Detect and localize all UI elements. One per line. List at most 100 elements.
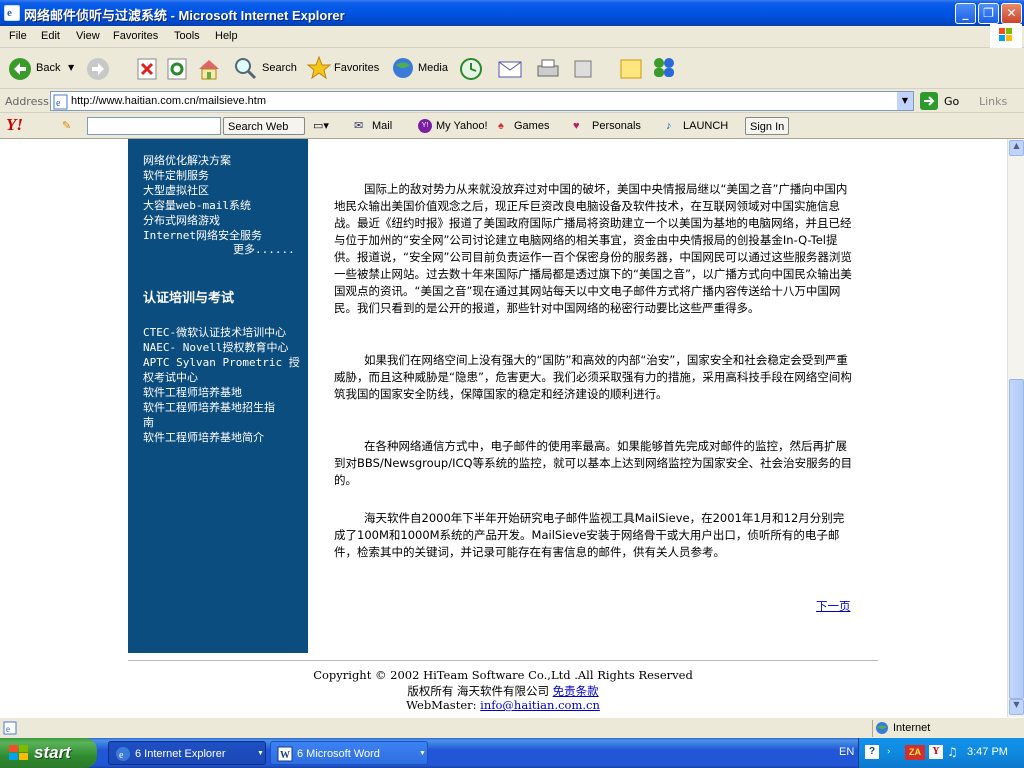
discuss-button[interactable] — [618, 57, 644, 83]
help-tray-icon[interactable]: ? — [865, 745, 879, 759]
favorites-label[interactable]: Favorites — [334, 62, 379, 74]
games-button[interactable]: Games — [514, 117, 549, 135]
menu-tools[interactable]: Tools — [174, 30, 200, 42]
games-icon: ♠ — [498, 120, 504, 132]
disclaimer-link[interactable]: 免责条款 — [553, 684, 599, 698]
media-globe-icon — [393, 58, 413, 78]
sidebar-link-network-optimization[interactable]: 网络优化解决方案 — [143, 152, 231, 168]
refresh-icon — [167, 58, 187, 80]
svg-text:e: e — [56, 98, 61, 109]
sign-in-button[interactable]: Sign In — [745, 117, 789, 135]
menu-file[interactable]: File — [9, 30, 27, 42]
sidebar-link-base-intro[interactable]: 软件工程师培养基地简介 — [143, 429, 264, 445]
volume-tray-icon[interactable]: ♫ — [947, 745, 958, 759]
ie-page-status-icon: e — [3, 721, 17, 735]
vertical-scrollbar[interactable]: ▲ ▼ — [1007, 139, 1024, 717]
sidebar-link-enrollment-cont[interactable]: 南 — [143, 414, 154, 430]
article-paragraph-4: 海天软件自2000年下半年开始研究电子邮件监视工具MailSieve，在2001… — [334, 511, 845, 559]
favorites-button[interactable]: Favorites — [306, 55, 386, 83]
yahoo-pencil-icon[interactable]: ✎ — [62, 117, 71, 135]
close-button[interactable]: ✕ — [1001, 3, 1022, 24]
back-dropdown-icon[interactable]: ▼ — [68, 63, 74, 72]
mail-button[interactable] — [497, 57, 533, 83]
svg-text:W: W — [280, 750, 290, 761]
menu-view[interactable]: View — [76, 30, 100, 42]
address-dropdown-icon[interactable]: ▼ — [897, 92, 913, 110]
sidebar-link-naec[interactable]: NAEC- Novell授权教育中心 — [143, 339, 288, 355]
sidebar-link-custom-software[interactable]: 软件定制服务 — [143, 167, 209, 183]
stop-icon — [137, 58, 157, 80]
back-label[interactable]: Back — [36, 62, 60, 74]
personals-icon: ♥ — [573, 120, 580, 132]
language-indicator[interactable]: EN — [839, 746, 854, 758]
webmaster-email-link[interactable]: info@haitian.com.cn — [480, 698, 600, 712]
back-button[interactable] — [8, 57, 32, 81]
article-paragraph-2: 如果我们在网络空间上没有强大的“国防”和高效的内部“治安”，国家安全和社会稳定会… — [334, 353, 852, 401]
article-paragraph-1: 国际上的敌对势力从来就没放弃过对中国的破坏，美国中央情报局继以“美国之音”广播向… — [334, 182, 852, 315]
clock[interactable]: 3:47 PM — [967, 746, 1008, 758]
my-yahoo-icon: Y! — [418, 119, 432, 133]
ie-app-icon[interactable]: e — [4, 5, 20, 21]
yahoo-mail-button[interactable]: Mail — [372, 117, 392, 135]
stop-button[interactable] — [136, 58, 158, 80]
go-arrow-icon — [920, 92, 938, 110]
sidebar-link-online-games[interactable]: 分布式网络游戏 — [143, 212, 220, 228]
personals-button[interactable]: Personals — [592, 117, 641, 135]
start-button[interactable]: start — [0, 738, 97, 768]
sidebar-link-ctec[interactable]: CTEC-微软认证技术培训中心 — [143, 324, 286, 340]
scroll-down-arrow-icon[interactable]: ▼ — [1009, 699, 1024, 715]
note-icon — [620, 59, 642, 79]
home-icon — [199, 60, 219, 80]
yahoo-bookmark-icon[interactable]: ▭▾ — [313, 117, 329, 135]
next-page-link[interactable]: 下一页 — [816, 598, 851, 614]
launch-button[interactable]: LAUNCH — [683, 117, 728, 135]
sidebar-link-enrollment[interactable]: 软件工程师培养基地招生指 — [143, 399, 275, 415]
home-button[interactable] — [197, 57, 221, 81]
tray-expand-icon[interactable]: › — [887, 747, 891, 757]
media-button[interactable]: Media — [390, 55, 450, 83]
minimize-button[interactable]: _ — [955, 3, 976, 24]
scroll-up-arrow-icon[interactable]: ▲ — [1009, 140, 1024, 156]
sidebar-link-aptc[interactable]: APTC Sylvan Prometric 授 — [143, 354, 300, 370]
taskbar-microsoft-word[interactable]: W 6 Microsoft Word ▼ — [270, 741, 428, 765]
links-label[interactable]: Links — [979, 95, 1007, 108]
title-bar[interactable]: e 网络邮件侦听与过滤系统 - Microsoft Internet Explo… — [0, 0, 1024, 26]
yahoo-search-web-button[interactable]: Search Web — [223, 117, 305, 135]
menu-bar: File Edit View Favorites Tools Help — [0, 26, 1024, 48]
sidebar-more-link[interactable]: 更多...... — [233, 241, 295, 257]
launch-icon: ♪ — [666, 120, 672, 132]
sidebar-link-webmail[interactable]: 大容量web-mail系统 — [143, 197, 251, 213]
menu-help[interactable]: Help — [215, 30, 238, 42]
maximize-button[interactable]: ❐ — [978, 3, 999, 24]
refresh-button[interactable] — [166, 58, 188, 80]
yahoo-logo[interactable]: Y! — [6, 115, 23, 134]
menu-edit[interactable]: Edit — [41, 30, 60, 42]
history-button[interactable] — [458, 57, 484, 83]
sidebar-link-aptc-cont[interactable]: 权考试中心 — [143, 369, 198, 385]
footer-divider — [128, 660, 878, 661]
forward-button[interactable] — [86, 57, 110, 81]
menu-favorites[interactable]: Favorites — [113, 30, 158, 42]
address-bar: Address e http://www.haitian.com.cn/mail… — [0, 89, 1024, 113]
search-icon — [235, 58, 257, 80]
word-taskbar-icon: W — [277, 746, 293, 762]
sidebar-link-virtual-community[interactable]: 大型虚拟社区 — [143, 182, 209, 198]
taskbar-internet-explorer[interactable]: e 6 Internet Explorer ▼ — [108, 741, 266, 765]
yahoo-tray-icon[interactable]: Y — [929, 745, 943, 759]
print-button[interactable] — [535, 57, 561, 83]
yahoo-search-input[interactable] — [87, 117, 221, 135]
edit-button[interactable] — [572, 58, 598, 80]
go-button[interactable]: Go — [920, 92, 966, 110]
star-icon — [306, 55, 332, 80]
messenger-button[interactable] — [650, 55, 678, 83]
sidebar-link-engineer-base[interactable]: 软件工程师培养基地 — [143, 384, 242, 400]
taskbar: start e 6 Internet Explorer ▼ W 6 Micros… — [0, 738, 1024, 768]
scrollbar-thumb[interactable] — [1009, 379, 1024, 699]
footer-rights-line: 版权所有 海天软件有限公司 免责条款 — [128, 683, 878, 699]
address-input[interactable]: e http://www.haitian.com.cn/mailsieve.ht… — [50, 91, 914, 111]
my-yahoo-button[interactable]: My Yahoo! — [436, 117, 488, 135]
zonealarm-tray-icon[interactable]: ZA — [905, 745, 925, 760]
footer-copyright: Copyright © 2002 HiTeam Software Co.,Ltd… — [313, 668, 693, 682]
media-label[interactable]: Media — [418, 62, 448, 74]
search-label[interactable]: Search — [262, 62, 297, 74]
